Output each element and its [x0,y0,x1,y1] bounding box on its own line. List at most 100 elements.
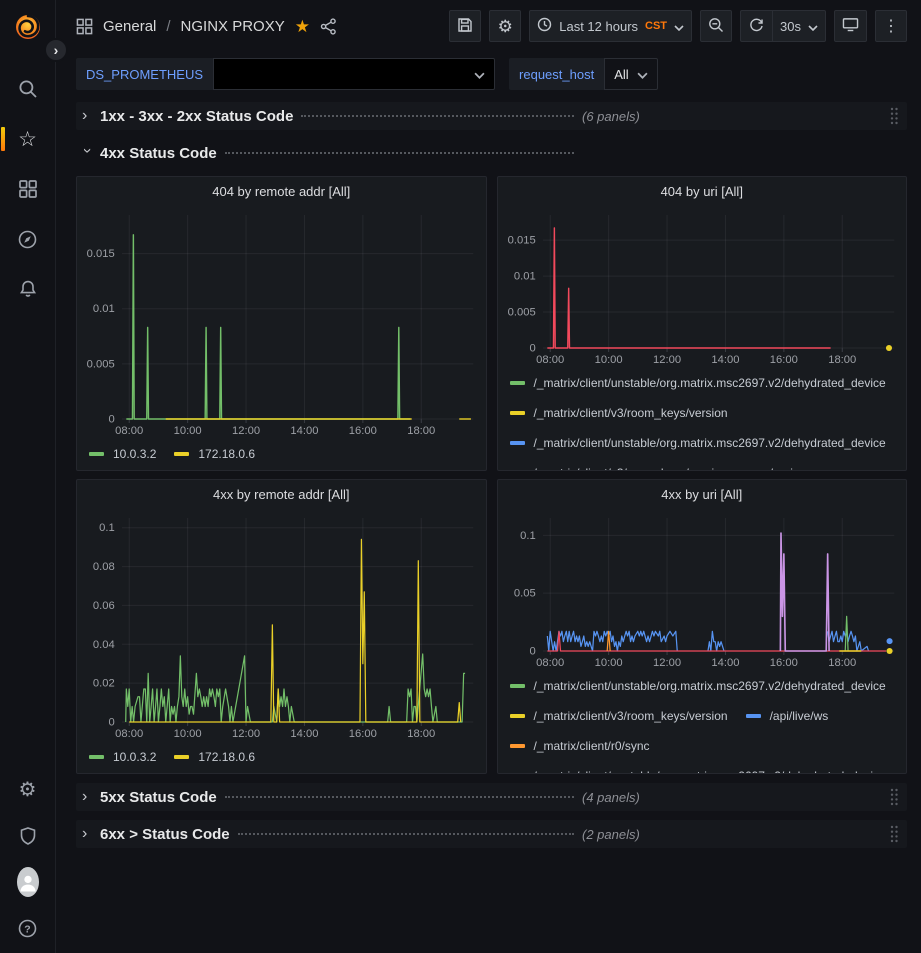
sidebar-item-configuration[interactable]: ⚙ [17,779,39,801]
row-title: 1xx - 3xx - 2xx Status Code [100,108,293,125]
breadcrumb-section[interactable]: General [103,18,156,35]
row-5xx[interactable]: › 5xx Status Code (4 panels) [76,783,907,811]
chevron-right-icon: › [54,42,59,58]
legend-item[interactable]: /_matrix/client/v3/room_keys/version [510,461,728,470]
tv-mode-button[interactable] [834,10,867,42]
sidebar-item-server-admin[interactable] [17,825,39,847]
panel-title[interactable]: 4xx by remote addr [All] [77,480,486,508]
sidebar-item-help[interactable]: ? [17,917,39,939]
legend-item[interactable]: /_matrix/client/unstable/org.matrix.msc2… [510,371,886,395]
sidebar-expand-button[interactable]: › [44,38,68,62]
request-host-select[interactable]: All [604,58,657,90]
legend-swatch [510,744,525,748]
svg-text:0: 0 [109,717,115,729]
refresh-icon [749,17,764,35]
panel-title[interactable]: 404 by remote addr [All] [77,177,486,205]
chevron-down-icon [637,67,648,82]
legend-item[interactable]: 10.0.3.2 [89,745,156,769]
legend-label: 172.18.0.6 [198,447,255,461]
chevron-down-icon: › [79,148,95,158]
legend-swatch [510,714,525,718]
time-series-chart[interactable]: 00.0050.010.01508:0010:0012:0014:0016:00… [498,205,907,368]
svg-text:18:00: 18:00 [407,425,435,437]
legend-label: /_matrix/client/v3/room_keys/version [534,709,728,723]
row-1xx-3xx-2xx[interactable]: › 1xx - 3xx - 2xx Status Code (6 panels) [76,102,907,130]
sidebar-item-starred[interactable]: ☆ [17,128,39,150]
legend-item[interactable]: /_matrix/client/v3/room_keys/version [510,704,728,728]
variables-submenu: DS_PROMETHEUS request_host All [56,52,921,100]
svg-text:14:00: 14:00 [711,354,739,366]
save-dashboard-button[interactable] [449,10,481,42]
refresh-group: 30s [740,10,826,42]
kebab-menu-button[interactable]: ⋮ [875,10,907,42]
panel-title[interactable]: 404 by uri [All] [498,177,907,205]
sidebar-item-alerting[interactable] [17,278,39,300]
clock-icon [537,17,552,35]
svg-text:18:00: 18:00 [407,728,435,740]
time-picker[interactable]: Last 12 hours CST [529,10,692,42]
svg-text:16:00: 16:00 [349,425,377,437]
grafana-logo[interactable] [11,10,45,44]
legend-item[interactable]: 10.0.3.2 [89,442,156,466]
svg-text:12:00: 12:00 [232,425,260,437]
panel-4xx-by-remote-addr: 4xx by remote addr [All] 00.020.040.060.… [76,479,487,774]
breadcrumb-dashboard-title[interactable]: NGINX PROXY [181,18,285,35]
row-drag-handle[interactable] [889,787,899,807]
user-avatar[interactable] [17,871,39,893]
svg-text:16:00: 16:00 [349,728,377,740]
leader-dots [225,796,574,798]
magnifier-minus-icon [708,17,724,36]
legend-swatch [174,452,189,456]
legend-item[interactable]: /_matrix/client/r0/sync [510,734,650,758]
legend-item[interactable]: /_matrix/client/unstable/org.matrix.msc2… [510,674,886,698]
legend-item[interactable]: /_matrix/client/v3/room_keys/version [510,401,728,425]
row-title: 6xx > Status Code [100,826,230,843]
row-drag-handle[interactable] [889,824,899,844]
svg-text:0.04: 0.04 [93,639,115,651]
breadcrumb: General / NGINX PROXY ★ [76,18,337,35]
legend-label: /_matrix/client/r0/sync [534,739,650,753]
refresh-interval-dropdown[interactable]: 30s [772,10,826,42]
legend-item[interactable]: /api/live/ws [746,704,829,728]
svg-text:18:00: 18:00 [828,354,856,366]
share-icon[interactable] [320,18,337,35]
row-6xx[interactable]: › 6xx > Status Code (2 panels) [76,820,907,848]
legend-item[interactable]: 172.18.0.6 [174,745,255,769]
row-drag-handle[interactable] [889,106,899,126]
leader-dots [225,152,574,154]
legend-item[interactable]: /sw.js [746,461,799,470]
time-series-chart[interactable]: 00.050.108:0010:0012:0014:0016:0018:00 [498,508,907,671]
legend-item[interactable]: 172.18.0.6 [174,442,255,466]
legend-label: /_matrix/client/unstable/org.matrix.msc2… [534,436,886,450]
dashboard-settings-button[interactable]: ⚙ [489,10,521,42]
legend-label: 172.18.0.6 [198,750,255,764]
gear-icon: ⚙ [19,780,37,800]
sidebar-item-explore[interactable] [17,228,39,250]
row-4xx[interactable]: › 4xx Status Code [76,139,907,167]
monitor-icon [842,17,859,35]
time-series-chart[interactable]: 00.0050.010.01508:0010:0012:0014:0016:00… [77,205,486,439]
legend-label: /_matrix/client/unstable/org.matrix.msc2… [534,376,886,390]
svg-text:14:00: 14:00 [290,728,318,740]
chart-legend: 10.0.3.2 172.18.0.6 [77,439,486,466]
datasource-variable: DS_PROMETHEUS [76,58,495,90]
panel-title[interactable]: 4xx by uri [All] [498,480,907,508]
svg-text:0.005: 0.005 [87,358,115,370]
svg-text:0.1: 0.1 [520,530,536,542]
sidebar-item-search[interactable] [17,78,39,100]
favorite-star-icon[interactable]: ★ [295,18,310,35]
legend-item[interactable]: /_matrix/client/unstable/org.matrix.msc2… [510,764,886,773]
svg-text:08:00: 08:00 [536,657,564,669]
request-host-variable: request_host All [509,58,658,90]
svg-text:12:00: 12:00 [652,657,680,669]
svg-text:16:00: 16:00 [769,354,797,366]
svg-text:?: ? [24,923,30,935]
sidebar-item-dashboards[interactable] [17,178,39,200]
chevron-down-icon [674,19,684,34]
svg-text:0.01: 0.01 [513,271,535,283]
zoom-out-button[interactable] [700,10,732,42]
time-series-chart[interactable]: 00.020.040.060.080.108:0010:0012:0014:00… [77,508,486,742]
legend-item[interactable]: /_matrix/client/unstable/org.matrix.msc2… [510,431,886,455]
refresh-button[interactable] [740,10,772,42]
datasource-select[interactable] [213,58,495,90]
